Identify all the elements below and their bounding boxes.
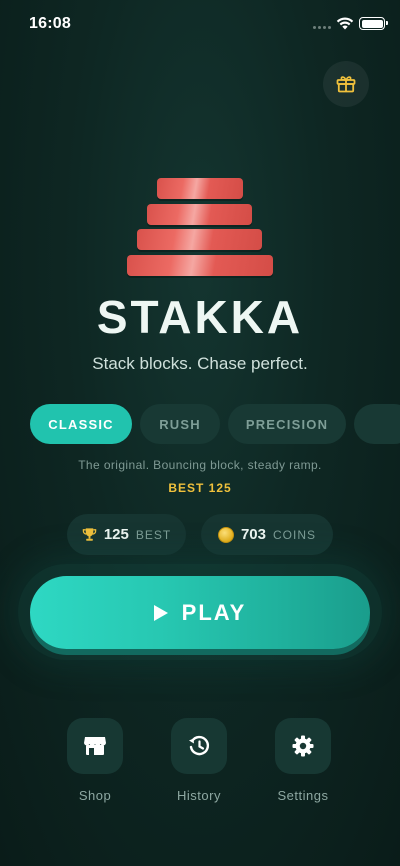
- logo-block: [127, 255, 273, 276]
- tab-classic[interactable]: CLASSIC: [30, 404, 132, 444]
- tab-rush[interactable]: RUSH: [140, 404, 220, 444]
- mode-description: The original. Bouncing block, steady ram…: [78, 458, 322, 472]
- stack-logo: [0, 178, 400, 278]
- coins-pill: 703 COINS: [201, 514, 333, 555]
- history-button[interactable]: [171, 718, 227, 774]
- best-score-value: 125: [103, 526, 129, 543]
- battery-icon: [359, 17, 388, 30]
- tab-precision[interactable]: PRECISION: [228, 404, 346, 444]
- coins-label: COINS: [273, 527, 317, 542]
- gear-icon: [292, 735, 314, 757]
- nav-shop-label: Shop: [78, 788, 112, 803]
- nav-history-label: History: [177, 788, 221, 803]
- play-icon: [153, 604, 168, 621]
- storefront-icon: [84, 737, 106, 755]
- logo-block: [147, 204, 252, 225]
- status-bar: 16:08: [0, 0, 400, 50]
- coins-value: 703: [240, 526, 266, 543]
- app-title: STAKKA: [96, 291, 304, 343]
- nav-settings[interactable]: Settings: [263, 718, 343, 803]
- wifi-icon: [336, 17, 354, 30]
- best-score-label: BEST: [135, 527, 172, 542]
- best-score-pill: 125 BEST: [67, 514, 186, 555]
- history-icon: [189, 735, 210, 756]
- trophy-icon: [82, 528, 97, 541]
- mode-best-score: BEST 125: [168, 481, 232, 495]
- logo-block: [157, 178, 243, 199]
- cellular-signal-icon: [313, 26, 331, 29]
- nav-settings-label: Settings: [277, 788, 329, 803]
- nav-history[interactable]: History: [159, 718, 239, 803]
- gift-button[interactable]: [323, 61, 369, 107]
- coin-icon: [217, 526, 234, 543]
- nav-shop[interactable]: Shop: [55, 718, 135, 803]
- play-label: PLAY: [181, 599, 247, 625]
- settings-button[interactable]: [275, 718, 331, 774]
- logo-block: [137, 229, 262, 250]
- mode-tabs: CLASSIC RUSH PRECISION: [30, 404, 400, 444]
- play-button[interactable]: PLAY: [30, 576, 370, 649]
- gift-icon: [336, 76, 356, 93]
- status-time: 16:08: [29, 15, 71, 32]
- tab-more[interactable]: [354, 404, 400, 444]
- tagline: Stack blocks. Chase perfect.: [92, 354, 308, 373]
- shop-button[interactable]: [67, 718, 123, 774]
